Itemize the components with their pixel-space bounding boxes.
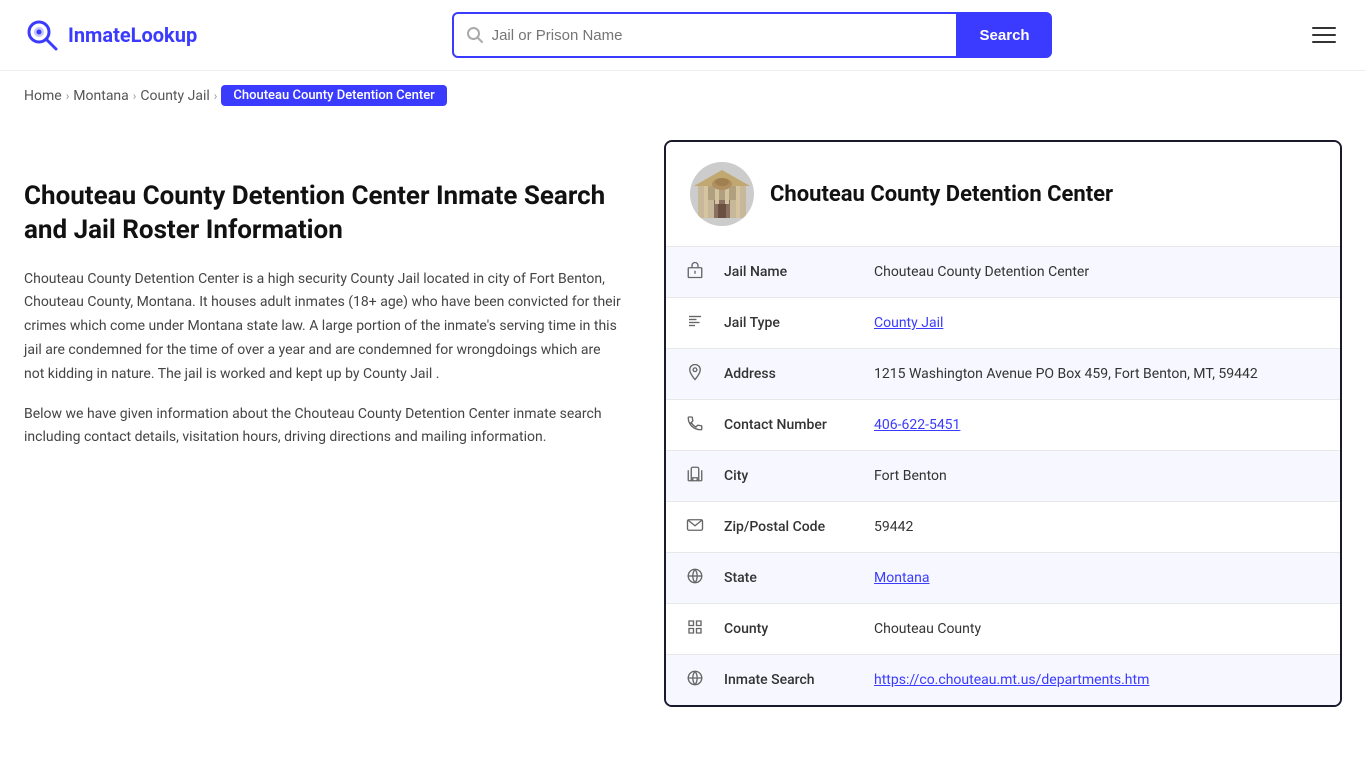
table-row: Jail Type County Jail [666,298,1340,349]
chevron-icon-1: › [66,89,70,103]
row-link-8[interactable]: https://co.chouteau.mt.us/departments.ht… [874,672,1149,688]
page-title: Chouteau County Detention Center Inmate … [24,180,624,248]
card-facility-title: Chouteau County Detention Center [770,182,1113,207]
row-icon-state [666,553,704,604]
breadcrumb: Home › Montana › County Jail › Chouteau … [0,71,1366,120]
chevron-icon-3: › [214,89,218,103]
row-value-6[interactable]: Montana [854,553,1340,604]
main-content: Chouteau County Detention Center Inmate … [0,120,1366,747]
row-link-1[interactable]: County Jail [874,315,943,331]
breadcrumb-state[interactable]: Montana [73,88,128,104]
page-description-1: Chouteau County Detention Center is a hi… [24,268,624,387]
row-value-8[interactable]: https://co.chouteau.mt.us/departments.ht… [854,655,1340,706]
table-row: Jail NameChouteau County Detention Cente… [666,247,1340,298]
row-value-1[interactable]: County Jail [854,298,1340,349]
header: InmateLookup Search [0,0,1366,71]
breadcrumb-jail-type[interactable]: County Jail [140,88,209,104]
row-icon-phone [666,400,704,451]
row-value-5: 59442 [854,502,1340,553]
table-row: State Montana [666,553,1340,604]
page-description-2: Below we have given information about th… [24,403,624,451]
info-table: Jail NameChouteau County Detention Cente… [666,246,1340,705]
search-input[interactable] [492,27,944,44]
table-row: Zip/Postal Code59442 [666,502,1340,553]
table-row: CountyChouteau County [666,604,1340,655]
info-card: Chouteau County Detention Center Jail Na… [664,140,1342,707]
row-value-0: Chouteau County Detention Center [854,247,1340,298]
row-value-4: Fort Benton [854,451,1340,502]
row-icon-inmate [666,655,704,706]
left-column: Chouteau County Detention Center Inmate … [24,120,664,707]
row-icon-city [666,451,704,502]
row-icon-jail [666,247,704,298]
row-label-2: Address [704,349,854,400]
search-input-wrapper [452,12,958,58]
right-column: Chouteau County Detention Center Jail Na… [664,120,1342,707]
table-row: Contact Number 406-622-5451 [666,400,1340,451]
row-value-2: 1215 Washington Avenue PO Box 459, Fort … [854,349,1340,400]
logo-link[interactable]: InmateLookup [24,17,197,53]
row-value-7: Chouteau County [854,604,1340,655]
hamburger-line-2 [1312,34,1336,36]
facility-building-icon [694,166,750,222]
logo-text-inmate: Inmate [68,23,131,47]
facility-avatar [690,162,754,226]
chevron-icon-2: › [133,89,137,103]
row-icon-type [666,298,704,349]
table-row: Inmate Search https://co.chouteau.mt.us/d… [666,655,1340,706]
row-label-0: Jail Name [704,247,854,298]
search-button[interactable]: Search [958,12,1052,58]
logo-icon [24,17,60,53]
breadcrumb-current: Chouteau County Detention Center [221,85,446,106]
search-area: Search [452,12,1052,58]
row-label-3: Contact Number [704,400,854,451]
row-icon-zip [666,502,704,553]
row-label-8: Inmate Search [704,655,854,706]
row-icon-county [666,604,704,655]
hamburger-menu-button[interactable] [1306,21,1342,49]
row-icon-address [666,349,704,400]
search-icon [466,26,484,44]
logo-text: InmateLookup [68,23,197,47]
logo-text-lookup: Lookup [131,23,198,47]
row-label-5: Zip/Postal Code [704,502,854,553]
row-label-6: State [704,553,854,604]
hamburger-line-1 [1312,27,1336,29]
row-link-3[interactable]: 406-622-5451 [874,417,960,433]
row-value-3[interactable]: 406-622-5451 [854,400,1340,451]
breadcrumb-home[interactable]: Home [24,88,62,104]
card-header: Chouteau County Detention Center [666,142,1340,246]
row-link-6[interactable]: Montana [874,570,929,586]
row-label-1: Jail Type [704,298,854,349]
row-label-4: City [704,451,854,502]
table-row: Address1215 Washington Avenue PO Box 459… [666,349,1340,400]
row-label-7: County [704,604,854,655]
hamburger-line-3 [1312,41,1336,43]
table-row: CityFort Benton [666,451,1340,502]
